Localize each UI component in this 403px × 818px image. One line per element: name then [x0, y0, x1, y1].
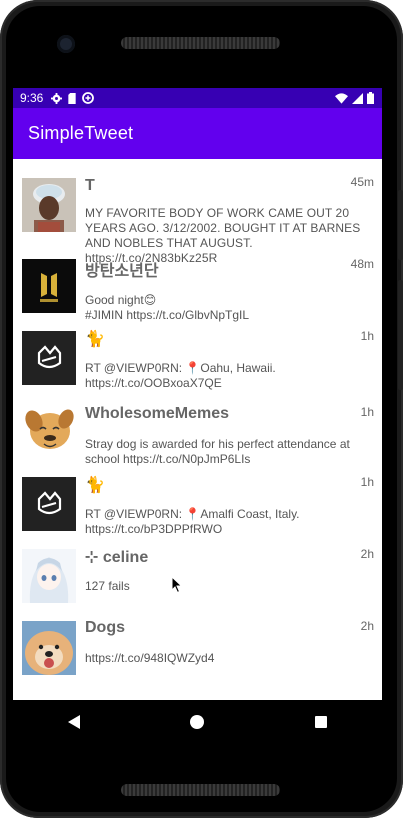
tweet-item[interactable]: Dogs 2h https://t.co/948IQWZyd4 — [13, 617, 382, 689]
avatar[interactable] — [22, 621, 76, 675]
tweet-item[interactable]: ⊹ celine 2h 127 fails — [13, 545, 382, 617]
screen: 9:36 SimpleTweet T 45m MY FAVORITE BODY … — [13, 88, 382, 700]
mouse-pointer-icon — [171, 576, 183, 594]
bts-logo-avatar — [22, 259, 76, 313]
avatar[interactable] — [22, 331, 76, 385]
tweet-text: RT @VIEWP0RN: 📍Oahu, Hawaii. https://t.c… — [85, 361, 276, 390]
anime-girl-avatar — [22, 549, 76, 603]
tweet-timestamp: 2h — [360, 547, 374, 561]
avatar[interactable] — [22, 259, 76, 313]
avatar[interactable] — [22, 405, 76, 459]
tweet-item[interactable]: T 45m MY FAVORITE BODY OF WORK CAME OUT … — [13, 159, 382, 265]
device-frame: 9:36 SimpleTweet T 45m MY FAVORITE BODY … — [0, 0, 403, 818]
tweet-timestamp: 1h — [360, 329, 374, 343]
cat-logo-avatar — [22, 477, 76, 531]
tweet-author-name: Dogs — [85, 619, 125, 636]
tweet-author-name: ⊹ celine — [85, 549, 149, 566]
portrait-photo-avatar — [22, 178, 76, 232]
tweet-timestamp: 45m — [350, 175, 374, 189]
cat-logo-avatar — [22, 331, 76, 385]
tweet-text: Good night😊 #JIMIN https://t.co/GlbvNpTg… — [85, 293, 250, 322]
tweet-timestamp: 1h — [360, 475, 374, 489]
tweet-author-name: 방탄소년단 — [85, 263, 159, 280]
recents-icon[interactable] — [314, 716, 327, 728]
navigation-bar — [13, 700, 382, 744]
power-button — [398, 190, 403, 260]
tweet-author-name: WholesomeMemes — [85, 405, 230, 422]
avatar[interactable] — [22, 477, 76, 531]
earpiece-speaker — [121, 37, 280, 49]
gear-icon — [51, 92, 63, 104]
tweet-item[interactable]: 🐈 1h RT @VIEWP0RN: 📍Amalfi Coast, Italy.… — [13, 473, 382, 545]
tweet-item[interactable]: WholesomeMemes 1h Stray dog is awarded f… — [13, 399, 382, 473]
bottom-speaker — [121, 784, 280, 796]
tweet-author-name: 🐈 — [85, 477, 105, 494]
volume-button — [398, 280, 403, 390]
sd-card-icon — [68, 92, 77, 104]
tweet-author-name: 🐈 — [85, 331, 105, 348]
tweet-text: Stray dog is awarded for his perfect att… — [85, 437, 350, 466]
status-time: 9:36 — [20, 91, 44, 105]
tweet-timeline[interactable]: T 45m MY FAVORITE BODY OF WORK CAME OUT … — [13, 159, 382, 689]
home-icon[interactable] — [190, 715, 205, 729]
tweet-timestamp: 48m — [350, 257, 374, 271]
app-title: SimpleTweet — [28, 123, 134, 143]
dog-photo-avatar — [22, 621, 76, 675]
cartoon-dog-avatar — [22, 405, 76, 459]
tweet-text: https://t.co/948IQWZyd4 — [85, 651, 215, 665]
app-bar: SimpleTweet — [13, 108, 382, 159]
wifi-icon — [335, 92, 348, 104]
battery-icon — [367, 92, 374, 104]
data-saver-icon — [82, 92, 95, 104]
tweet-author-name: T — [85, 177, 95, 194]
avatar[interactable] — [22, 178, 76, 232]
signal-icon — [352, 92, 363, 104]
status-bar: 9:36 — [13, 88, 382, 108]
tweet-item[interactable]: 🐈 1h RT @VIEWP0RN: 📍Oahu, Hawaii. https:… — [13, 327, 382, 399]
tweet-timestamp: 1h — [360, 405, 374, 419]
tweet-text: 127 fails — [85, 579, 130, 593]
back-icon[interactable] — [68, 715, 81, 729]
tweet-timestamp: 2h — [360, 619, 374, 633]
front-camera — [57, 35, 75, 53]
tweet-item[interactable]: 방탄소년단 48m Good night😊 #JIMIN https://t.c… — [13, 247, 382, 327]
tweet-text: RT @VIEWP0RN: 📍Amalfi Coast, Italy. http… — [85, 507, 300, 536]
avatar[interactable] — [22, 549, 76, 603]
